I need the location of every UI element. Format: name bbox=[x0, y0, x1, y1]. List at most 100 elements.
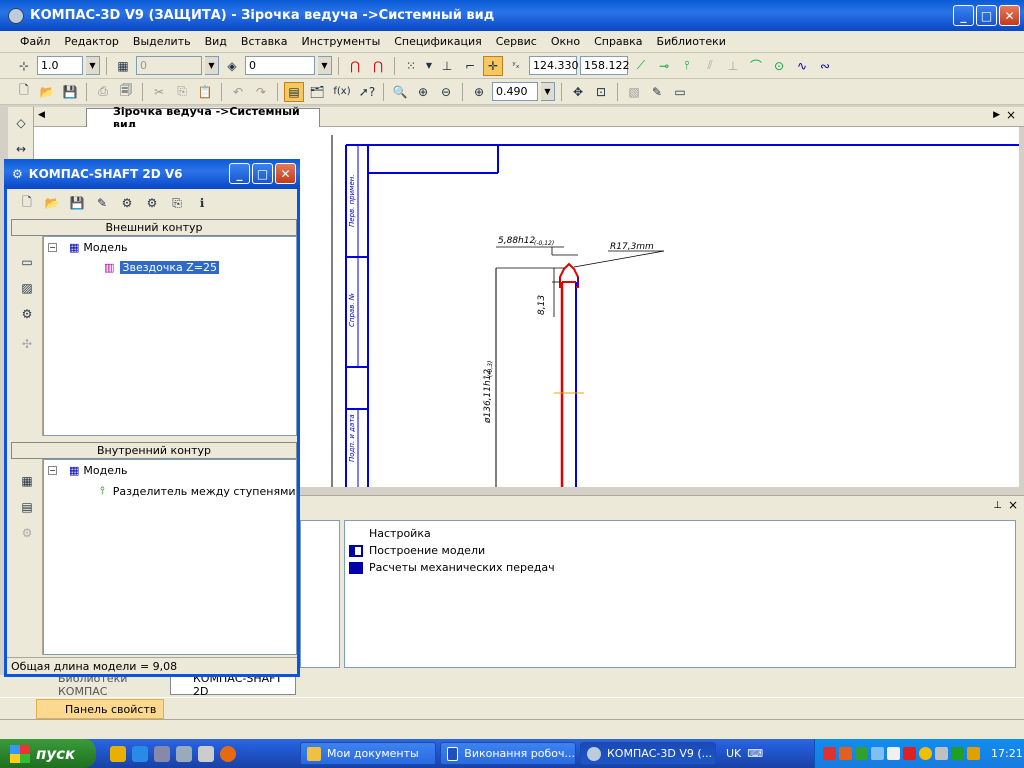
tree-node-sprocket[interactable]: ▥ Звездочка Z=25 bbox=[104, 261, 220, 274]
help-pointer-icon[interactable]: ➚? bbox=[357, 82, 377, 102]
shaft-edit-icon[interactable]: ✎ bbox=[92, 193, 112, 213]
zoom-in-icon[interactable]: ⊕ bbox=[413, 82, 433, 102]
collapse-icon[interactable]: − bbox=[48, 243, 57, 252]
properties-panel-button[interactable]: Панель свойств bbox=[36, 699, 164, 719]
minimize-button[interactable]: _ bbox=[953, 5, 974, 26]
list-item[interactable]: Настройка bbox=[345, 525, 1015, 542]
layer-field[interactable]: 0 bbox=[245, 56, 315, 75]
menu-window[interactable]: Окно bbox=[551, 35, 580, 48]
shaft-minimize-button[interactable]: _ bbox=[229, 163, 250, 184]
volume-icon[interactable] bbox=[935, 747, 948, 760]
layer-dropdown-icon[interactable]: ▼ bbox=[318, 56, 332, 75]
pin-icon[interactable]: ⊥ bbox=[993, 500, 1002, 511]
close-button[interactable]: ✕ bbox=[999, 5, 1020, 26]
zoom-field[interactable]: 0.490 bbox=[492, 82, 538, 101]
tree-icon[interactable]: 🗂 bbox=[307, 82, 327, 102]
shaft-open-icon[interactable]: 📂 bbox=[42, 193, 62, 213]
clock[interactable]: 17:21 bbox=[991, 747, 1023, 760]
quicklaunch-icon[interactable] bbox=[110, 745, 126, 762]
variables-button[interactable]: f(x) bbox=[330, 82, 354, 102]
menu-help[interactable]: Справка bbox=[594, 35, 642, 48]
tab-right-arrow-icon[interactable]: ▶ bbox=[993, 110, 1000, 120]
task-kompas[interactable]: КОМПАС-3D V9 (... bbox=[580, 742, 716, 765]
shaft-maximize-button[interactable]: □ bbox=[252, 163, 273, 184]
grid-dropdown-icon[interactable]: ▼ bbox=[424, 56, 434, 76]
menu-file[interactable]: Файл bbox=[20, 35, 50, 48]
task-my-documents[interactable]: Мои документы bbox=[300, 742, 436, 765]
open-icon[interactable]: 📂 bbox=[37, 82, 57, 102]
tab-kompas-shaft[interactable]: КОМПАС-SHAFT 2D bbox=[170, 672, 296, 698]
zoom-dropdown-icon[interactable]: ▼ bbox=[541, 82, 555, 101]
shaft-save-icon[interactable]: 💾 bbox=[67, 193, 87, 213]
list-item[interactable]: Построение модели bbox=[345, 542, 1015, 559]
layers-icon[interactable]: ◈ bbox=[222, 56, 242, 76]
firefox-icon[interactable] bbox=[220, 745, 236, 762]
curve-tool-icon[interactable]: ∾ bbox=[815, 56, 835, 76]
tray-misc-icon[interactable] bbox=[967, 747, 980, 760]
geometry-icon[interactable]: ◇ bbox=[11, 113, 31, 133]
tray-app-icon[interactable] bbox=[839, 747, 852, 760]
scale-field[interactable]: 1.0 bbox=[37, 56, 83, 75]
properties-icon[interactable]: ✎ bbox=[647, 82, 667, 102]
desktop-icon[interactable] bbox=[154, 745, 170, 762]
coordinates-icon[interactable]: ✛ bbox=[483, 55, 503, 76]
preview-icon[interactable]: 🗐 bbox=[116, 82, 136, 102]
vertical-tool-icon[interactable]: ⫯ bbox=[677, 56, 697, 76]
panel-close-icon[interactable]: × bbox=[1008, 498, 1018, 512]
shaft-calc-icon[interactable]: ⚙ bbox=[142, 193, 162, 213]
dimensions-icon[interactable]: ↔ bbox=[11, 139, 31, 159]
tree-node-model[interactable]: − ▦ Модель bbox=[48, 241, 128, 254]
magnet-icon[interactable]: ⋂ bbox=[345, 56, 365, 76]
menu-select[interactable]: Выделить bbox=[133, 35, 191, 48]
grid-icon[interactable]: ⁙ bbox=[401, 56, 421, 76]
scale-dropdown-icon[interactable]: ▼ bbox=[86, 56, 100, 75]
shaft-settings-icon[interactable]: ⚙ bbox=[117, 193, 137, 213]
menu-libraries[interactable]: Библиотеки bbox=[657, 35, 726, 48]
shaft-export-icon[interactable]: ⎘ bbox=[167, 193, 187, 213]
new-document-icon[interactable]: 🗋 bbox=[14, 82, 34, 102]
show-all-icon[interactable]: ⊡ bbox=[591, 82, 611, 102]
cone-icon[interactable]: ▨ bbox=[17, 278, 37, 298]
coord-y-field[interactable]: 158.122 bbox=[580, 56, 630, 75]
manager-icon[interactable]: ▤ bbox=[284, 81, 304, 102]
language-indicator[interactable]: UK bbox=[726, 747, 741, 760]
zoom-out-icon[interactable]: ⊖ bbox=[436, 82, 456, 102]
bore-cone-icon[interactable]: ▤ bbox=[17, 497, 37, 517]
tree-node-model[interactable]: − ▦ Модель bbox=[48, 464, 128, 477]
local-cs-icon[interactable]: ⊥ bbox=[437, 56, 457, 76]
pan-icon[interactable]: ✥ bbox=[568, 82, 588, 102]
media-icon[interactable] bbox=[176, 745, 192, 762]
tray-network-icon[interactable] bbox=[855, 747, 868, 760]
start-button[interactable]: пуск bbox=[0, 739, 96, 768]
tab-close-icon[interactable]: × bbox=[1006, 108, 1016, 122]
zoom-window-icon[interactable]: 🔍 bbox=[390, 82, 410, 102]
collapse-icon[interactable]: − bbox=[48, 466, 57, 475]
list-item[interactable]: Расчеты механических передач bbox=[345, 559, 1015, 576]
tray-icon[interactable] bbox=[887, 747, 900, 760]
circle-tool-icon[interactable]: ⊙ bbox=[769, 56, 789, 76]
save-icon[interactable]: 💾 bbox=[60, 82, 80, 102]
ie-icon[interactable] bbox=[132, 745, 148, 762]
menu-view[interactable]: Вид bbox=[205, 35, 227, 48]
shaft-new-icon[interactable]: 🗋 bbox=[17, 193, 37, 213]
magnet-off-icon[interactable]: ⋂ bbox=[368, 56, 388, 76]
spline-tool-icon[interactable]: ∿ bbox=[792, 56, 812, 76]
tree-node-separator[interactable]: ⫯ Разделитель между ступенями bbox=[100, 484, 296, 498]
task-word-doc[interactable]: Виконання робоч... bbox=[440, 742, 576, 765]
tray-monitor-icon[interactable] bbox=[951, 747, 964, 760]
tray-alert-icon[interactable] bbox=[903, 747, 916, 760]
cylinder-icon[interactable]: ▭ bbox=[17, 252, 37, 272]
outer-contour-header[interactable]: Внешний контур bbox=[11, 219, 297, 236]
keyboard-icon[interactable]: ⌨ bbox=[747, 747, 763, 760]
app-icon[interactable] bbox=[198, 745, 214, 762]
tab-document[interactable]: Зірочка ведуча ->Системный вид bbox=[86, 105, 320, 131]
menu-tools[interactable]: Инструменты bbox=[302, 35, 381, 48]
tab-kompas-libraries[interactable]: Библиотеки КОМПАС bbox=[36, 672, 166, 698]
tray-chat-icon[interactable] bbox=[919, 747, 932, 760]
bore-icon[interactable]: ▦ bbox=[17, 471, 37, 491]
shaft-info-icon[interactable]: ℹ bbox=[192, 193, 212, 213]
menu-edit[interactable]: Редактор bbox=[64, 35, 119, 48]
menu-insert[interactable]: Вставка bbox=[241, 35, 288, 48]
tray-antivirus-icon[interactable] bbox=[823, 747, 836, 760]
segment-tool-icon[interactable]: ⊸ bbox=[654, 56, 674, 76]
